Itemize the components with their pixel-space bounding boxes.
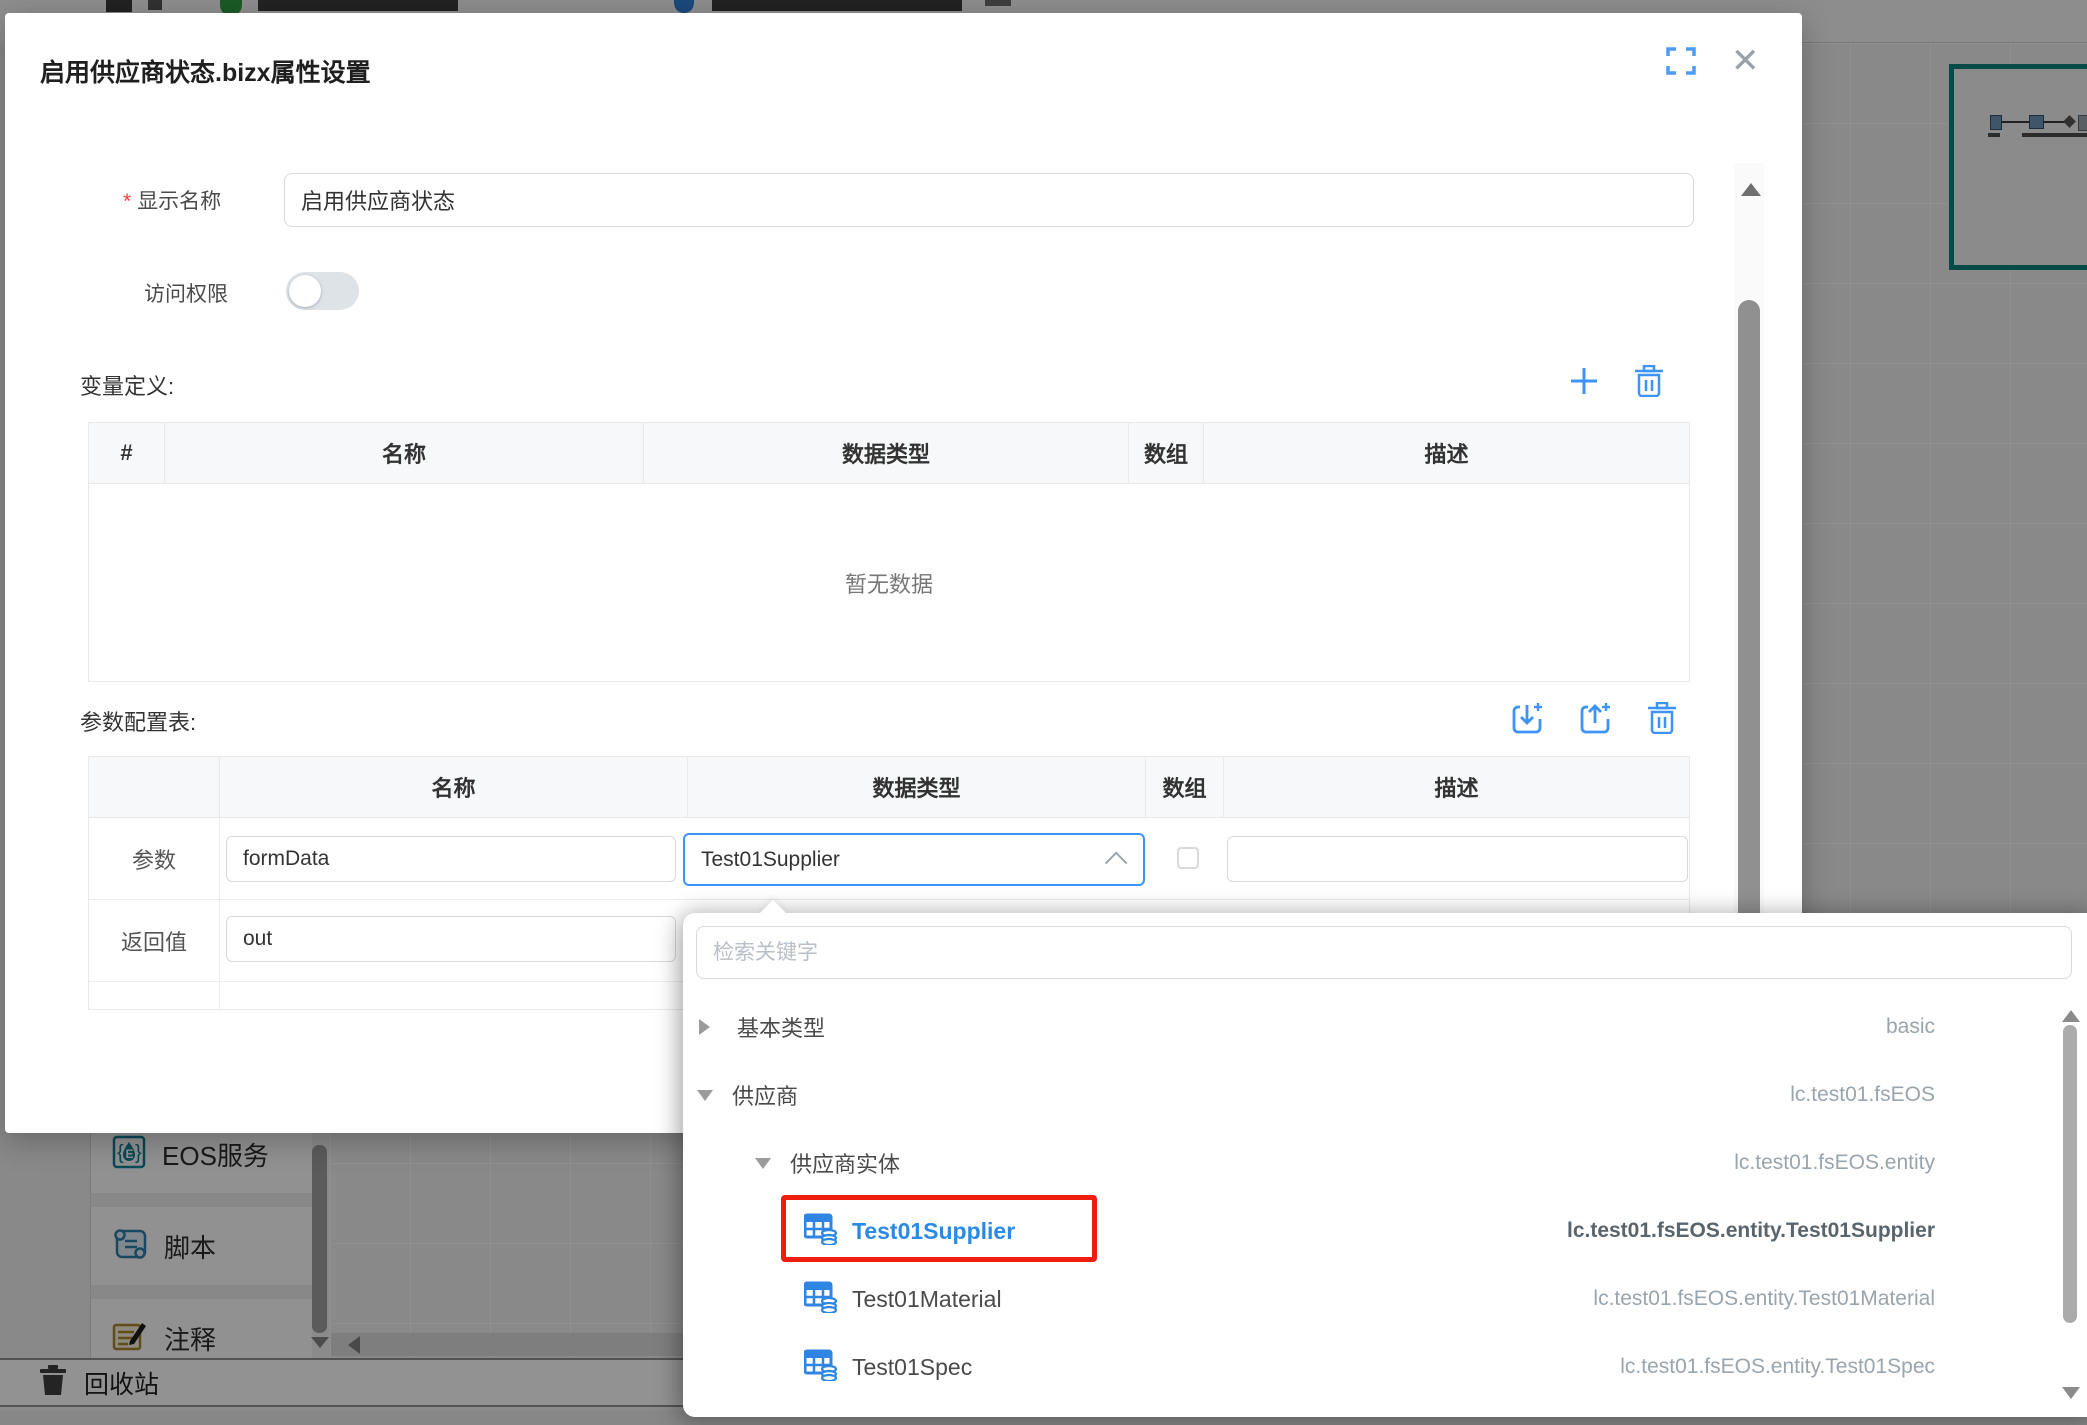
param-type-value: Test01Supplier: [701, 848, 840, 872]
toggle-knob: [289, 275, 321, 307]
return-row-label: 返回值: [89, 900, 220, 981]
empty-row-label: [89, 982, 220, 1009]
tree-item-path: lc.test01.fsEOS.entity.Test01Spec: [1620, 1355, 1935, 1379]
tree-item-supplier[interactable]: 供应商 lc.test01.fsEOS: [683, 1061, 2023, 1129]
column-header: 名称: [165, 423, 644, 483]
tree-item-path: lc.test01.fsEOS.entity: [1734, 1151, 1935, 1175]
tree-item-supplier-entity[interactable]: 供应商实体 lc.test01.fsEOS.entity: [683, 1129, 2023, 1197]
selection-highlight-box: [781, 1195, 1097, 1262]
display-name-input[interactable]: [284, 173, 1694, 227]
export-params-button[interactable]: [1579, 701, 1613, 740]
access-permission-label: 访问权限: [144, 278, 228, 308]
param-row-label: 参数: [89, 818, 220, 899]
param-table-header: 名称 数据类型 数组 描述: [89, 757, 1689, 818]
add-variable-button[interactable]: [1568, 365, 1600, 402]
entity-table-icon: [804, 1349, 838, 1386]
fullscreen-icon: [1666, 46, 1696, 76]
column-header: 数组: [1129, 423, 1204, 483]
fullscreen-button[interactable]: [1666, 46, 1696, 81]
tree-item-basic-types[interactable]: 基本类型 basic: [683, 993, 2023, 1061]
tree-item-label: Test01Material: [852, 1286, 1002, 1313]
param-desc-input[interactable]: [1227, 836, 1688, 882]
return-name-input[interactable]: [226, 916, 676, 962]
param-section-label: 参数配置表:: [80, 705, 196, 737]
caret-down-icon[interactable]: [755, 1158, 771, 1177]
entity-table-icon: [804, 1281, 838, 1318]
type-search-input[interactable]: [696, 926, 2072, 979]
column-header: [89, 757, 220, 817]
dialog-scroll-up-arrow[interactable]: [1741, 173, 1761, 196]
caret-right-icon[interactable]: [699, 1019, 718, 1035]
column-header: 数据类型: [688, 757, 1146, 817]
access-permission-toggle[interactable]: [286, 272, 359, 310]
column-header: 数组: [1146, 757, 1224, 817]
dialog-title: 启用供应商状态.bizx属性设置: [40, 53, 371, 89]
tree-item-path: lc.test01.fsEOS.entity.Test01Material: [1593, 1287, 1935, 1311]
column-header: 数据类型: [644, 423, 1129, 483]
dropdown-scrollbar-thumb[interactable]: [2063, 1025, 2077, 1323]
datatype-dropdown-panel: 基本类型 basic 供应商 lc.test01.fsEOS 供应商实体 lc.…: [683, 913, 2087, 1417]
tree-item-path: lc.test01.fsEOS: [1790, 1083, 1935, 1107]
dropdown-scroll-down-arrow[interactable]: [2062, 1387, 2080, 1408]
close-button[interactable]: ✕: [1731, 46, 1760, 77]
close-icon: ✕: [1731, 42, 1760, 80]
tree-item-label: 供应商实体: [790, 1147, 900, 1179]
empty-data-text: 暂无数据: [89, 484, 1689, 681]
column-header: 描述: [1224, 757, 1689, 817]
chevron-up-icon: [1105, 851, 1128, 874]
column-header: 描述: [1204, 423, 1689, 483]
variable-table-header: # 名称 数据类型 数组 描述: [89, 423, 1689, 484]
tree-item-path-selected: lc.test01.fsEOS.entity.Test01Supplier: [1567, 1219, 1935, 1243]
param-type-select[interactable]: Test01Supplier: [683, 833, 1145, 886]
param-array-checkbox[interactable]: [1177, 847, 1199, 869]
dropdown-scroll-up-arrow[interactable]: [2062, 1001, 2080, 1022]
variable-table: # 名称 数据类型 数组 描述 暂无数据: [88, 422, 1690, 682]
tree-item-test01spec[interactable]: Test01Spec lc.test01.fsEOS.entity.Test01…: [683, 1333, 2023, 1401]
column-header: 名称: [220, 757, 688, 817]
import-params-button[interactable]: [1511, 701, 1545, 740]
caret-down-icon[interactable]: [697, 1090, 713, 1109]
tree-item-label: 供应商: [732, 1079, 798, 1111]
tree-item-label: Test01Spec: [852, 1354, 972, 1381]
variable-section-label: 变量定义:: [80, 369, 174, 401]
delete-params-button[interactable]: [1647, 702, 1677, 739]
display-name-label: *显示名称: [123, 185, 221, 215]
delete-variable-button[interactable]: [1634, 365, 1664, 402]
required-asterisk: *: [123, 190, 131, 213]
tree-item-path: basic: [1886, 1015, 1935, 1039]
tree-item-label: 基本类型: [737, 1011, 825, 1043]
column-header: #: [89, 423, 165, 483]
param-name-input[interactable]: [226, 836, 676, 882]
tree-item-test01material[interactable]: Test01Material lc.test01.fsEOS.entity.Te…: [683, 1265, 2023, 1333]
